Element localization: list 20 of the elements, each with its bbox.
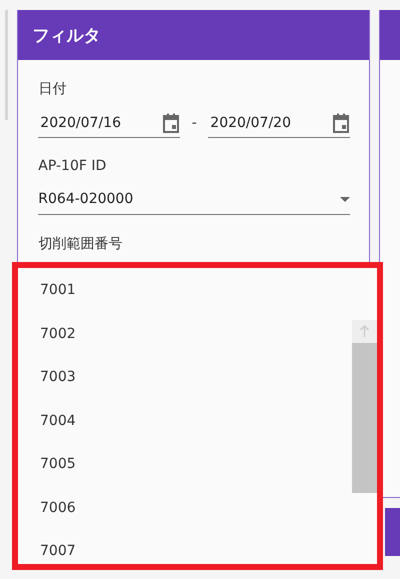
dropdown-option[interactable]: 7003 bbox=[40, 369, 76, 385]
range-number-label: 切削範囲番号 bbox=[38, 235, 124, 253]
calendar-icon[interactable] bbox=[332, 112, 350, 132]
dropdown-option[interactable]: 7005 bbox=[40, 456, 76, 472]
device-id-label: AP-10F ID bbox=[38, 158, 108, 174]
calendar-icon[interactable] bbox=[162, 112, 180, 132]
dropdown-option[interactable]: 7004 bbox=[40, 412, 76, 428]
panel-title: フィルタ bbox=[18, 10, 370, 60]
dropdown-option[interactable]: 7006 bbox=[40, 500, 76, 516]
dropdown-option[interactable]: 7001 bbox=[40, 282, 76, 298]
end-date-field[interactable]: 2020/07/20 bbox=[208, 108, 350, 138]
dropdown-option[interactable]: 7007 bbox=[40, 543, 76, 559]
panel-header bbox=[380, 10, 400, 60]
dropdown-caret-icon bbox=[340, 196, 350, 202]
date-label: 日付 bbox=[38, 80, 68, 98]
date-separator: - bbox=[190, 115, 198, 131]
device-id-select[interactable]: R064-020000 bbox=[38, 184, 350, 215]
dropdown-option[interactable]: 7002 bbox=[40, 326, 76, 342]
action-button[interactable] bbox=[385, 508, 400, 556]
start-date-field[interactable]: 2020/07/16 bbox=[38, 108, 180, 138]
